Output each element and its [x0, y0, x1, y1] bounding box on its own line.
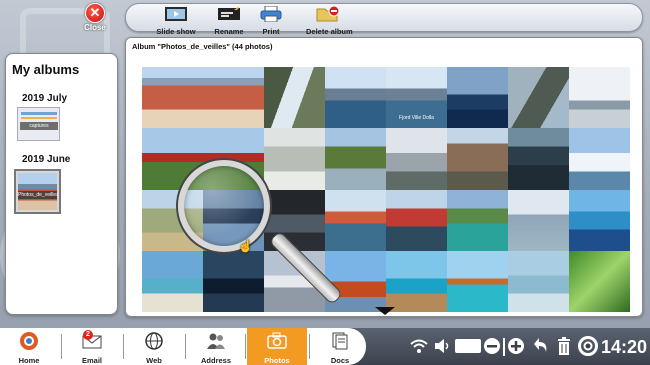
photo-thumbnail-green-lagoon[interactable]: [447, 189, 508, 251]
photo-thumbnail-wooden-sign[interactable]: [325, 250, 386, 312]
photo-thumbnail-stone-tower[interactable]: [447, 128, 508, 190]
taskbar-email[interactable]: 2 Email: [63, 328, 121, 365]
photo-thumbnail-palm-beach[interactable]: [142, 250, 203, 312]
photo-thumbnail-fjord-cliffs[interactable]: [264, 67, 325, 129]
help-lifebuoy-icon[interactable]: [578, 336, 598, 356]
photo-thumbnail-heron-shallows[interactable]: [508, 250, 569, 312]
photo-thumbnail-overwater-bungalows[interactable]: [447, 250, 508, 312]
album-thumbnail-captures[interactable]: captures: [17, 107, 60, 141]
zoom-out-icon[interactable]: [483, 337, 501, 355]
unread-badge: 2: [83, 330, 93, 340]
docs-icon: [332, 332, 348, 350]
photo-caption: Fjord Ville Dolla: [399, 115, 434, 121]
photo-thumbnail-misty-shore[interactable]: [264, 128, 325, 190]
slideshow-button[interactable]: Slide show: [156, 6, 196, 36]
photo-thumbnail-green-coast[interactable]: [325, 128, 386, 190]
photo-thumbnail-seagull-rock[interactable]: [386, 128, 447, 190]
photo-thumbnail-sunlit-lake[interactable]: [447, 67, 508, 129]
taskbar-address[interactable]: Address: [187, 328, 245, 365]
photo-thumbnail-harbor-town-2[interactable]: [203, 67, 264, 129]
clock: 14:20: [601, 337, 648, 357]
magnifier-lens-icon: [178, 160, 270, 252]
globe-icon: [145, 332, 163, 350]
albums-title: My albums: [12, 62, 80, 77]
undo-arrow-icon[interactable]: [533, 337, 549, 355]
photo-thumbnail-cliff-lake[interactable]: [508, 67, 569, 129]
trash-icon[interactable]: [556, 336, 572, 356]
zoom-separator: [503, 338, 505, 356]
photo-thumbnail-snowy-bay[interactable]: [569, 128, 630, 190]
printer-icon: [260, 5, 282, 23]
delete-folder-icon: [316, 5, 340, 22]
album-label: captures: [20, 122, 58, 130]
taskbar: Home 2 Email Web Address Photos Docs 14:…: [0, 328, 650, 365]
taskbar-docs[interactable]: Docs: [311, 328, 369, 365]
rename-icon: [218, 7, 240, 20]
address-book-icon: [207, 333, 225, 349]
photo-thumbnail-pier-sea[interactable]: [386, 250, 447, 312]
photo-thumbnail-green-leaves[interactable]: [569, 250, 630, 312]
delete-album-button[interactable]: Delete album: [306, 5, 353, 36]
volume-icon[interactable]: [434, 338, 450, 354]
photo-thumbnail-lake-mountains-2[interactable]: Fjord Ville Dolla: [386, 67, 447, 129]
taskbar-photos[interactable]: Photos: [247, 328, 307, 365]
photo-thumbnail-blue-boat[interactable]: [569, 189, 630, 251]
close-button[interactable]: ✕ Close: [80, 3, 110, 32]
taskbar-web[interactable]: Web: [125, 328, 183, 365]
zoom-in-icon[interactable]: [507, 337, 525, 355]
close-icon: ✕: [85, 3, 105, 23]
album-label: Photos_de_veilles: [18, 191, 59, 199]
photo-thumbnail-lake-mountains[interactable]: [325, 67, 386, 129]
print-button[interactable]: Print: [259, 5, 283, 36]
photo-thumbnail-rocky-coast[interactable]: [508, 128, 569, 190]
hand-cursor-icon: ☝: [238, 239, 253, 253]
album-group-year: 2019 June: [22, 154, 71, 165]
slideshow-icon: [165, 7, 187, 21]
photo-thumbnail-colorful-harbor[interactable]: [325, 189, 386, 251]
wifi-icon[interactable]: [410, 338, 428, 354]
taskbar-home[interactable]: Home: [0, 328, 58, 365]
album-title: Album "Photos_de_veilles" (44 photos): [132, 42, 273, 51]
photo-thumbnail-harbor-town[interactable]: [142, 67, 203, 129]
photo-thumbnail-lighthouse-shore[interactable]: [569, 67, 630, 129]
album-group-year: 2019 July: [22, 93, 68, 104]
battery-icon: [455, 339, 481, 353]
album-toolbar: Slide show Rename Print Delete album: [125, 3, 643, 36]
camera-icon: [267, 332, 287, 349]
home-icon: [20, 332, 38, 350]
album-thumbnail-photos-de-veilles[interactable]: Photos_de_veilles: [14, 169, 61, 214]
rename-button[interactable]: Rename: [214, 6, 244, 36]
photo-thumbnail-red-building-pier[interactable]: [386, 189, 447, 251]
albums-panel: My albums 2019 July captures 2019 June P…: [5, 53, 118, 315]
scroll-down-arrow-icon[interactable]: [375, 307, 395, 315]
photo-thumbnail-palm-reflection[interactable]: [203, 250, 264, 312]
close-label: Close: [84, 23, 106, 32]
photo-thumbnail-seagull-beach[interactable]: [508, 189, 569, 251]
